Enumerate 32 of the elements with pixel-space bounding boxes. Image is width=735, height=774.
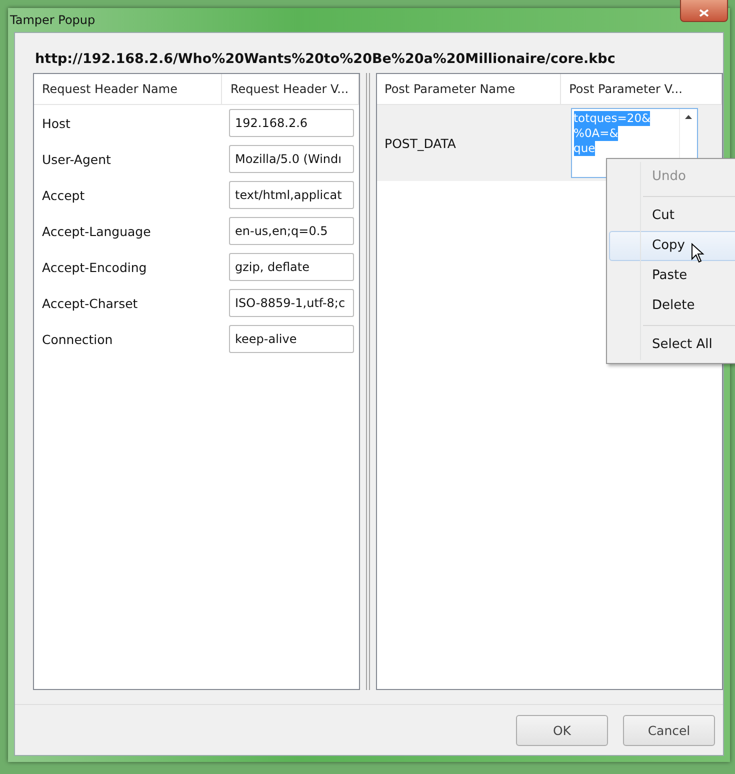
- header-value-field[interactable]: 192.168.2.6: [229, 109, 354, 137]
- header-name: Connection: [41, 332, 114, 346]
- parameter-name: POST_DATA: [384, 136, 457, 150]
- menu-item[interactable]: Paste: [609, 261, 735, 291]
- menu-item[interactable]: Copy: [609, 231, 735, 261]
- close-icon: [699, 9, 709, 17]
- menu-item[interactable]: Cut: [609, 201, 735, 231]
- header-value-field[interactable]: ISO-8859-1,utf-8;c: [229, 289, 354, 317]
- column-header[interactable]: Request Header Name: [34, 74, 222, 104]
- header-name: Accept-Encoding: [41, 260, 148, 274]
- menu-item[interactable]: Delete: [609, 291, 735, 321]
- mouse-cursor-icon: [691, 243, 705, 263]
- close-button[interactable]: [680, 0, 728, 22]
- header-value-field[interactable]: gzip, deflate: [229, 253, 354, 281]
- request-url: http://192.168.2.6/Who%20Wants%20to%20Be%20a%20Millionaire/core.kbc: [35, 51, 616, 69]
- header-value-field[interactable]: keep-alive: [229, 325, 354, 353]
- header-name: Accept-Charset: [41, 296, 139, 310]
- dialog-button[interactable]: Cancel: [623, 714, 715, 746]
- header-name: User-Agent: [41, 152, 112, 166]
- dialog-button[interactable]: OK: [516, 714, 608, 746]
- header-name: Host: [41, 116, 72, 130]
- column-header[interactable]: Post Parameter V...: [561, 74, 722, 104]
- menu-item[interactable]: Select All: [609, 330, 735, 360]
- header-name: Accept-Language: [41, 224, 152, 238]
- header-value-field[interactable]: en-us,en;q=0.5: [229, 217, 354, 245]
- column-header[interactable]: Post Parameter Name: [376, 74, 562, 104]
- column-header[interactable]: Request Header V...: [222, 74, 359, 104]
- window-title: Tamper Popup: [10, 13, 96, 27]
- header-value-field[interactable]: text/html,applicat: [229, 181, 354, 209]
- scroll-up-icon[interactable]: [684, 115, 692, 119]
- header-value-field[interactable]: Mozilla/5.0 (Windı: [229, 145, 354, 173]
- header-name: Accept: [41, 188, 86, 202]
